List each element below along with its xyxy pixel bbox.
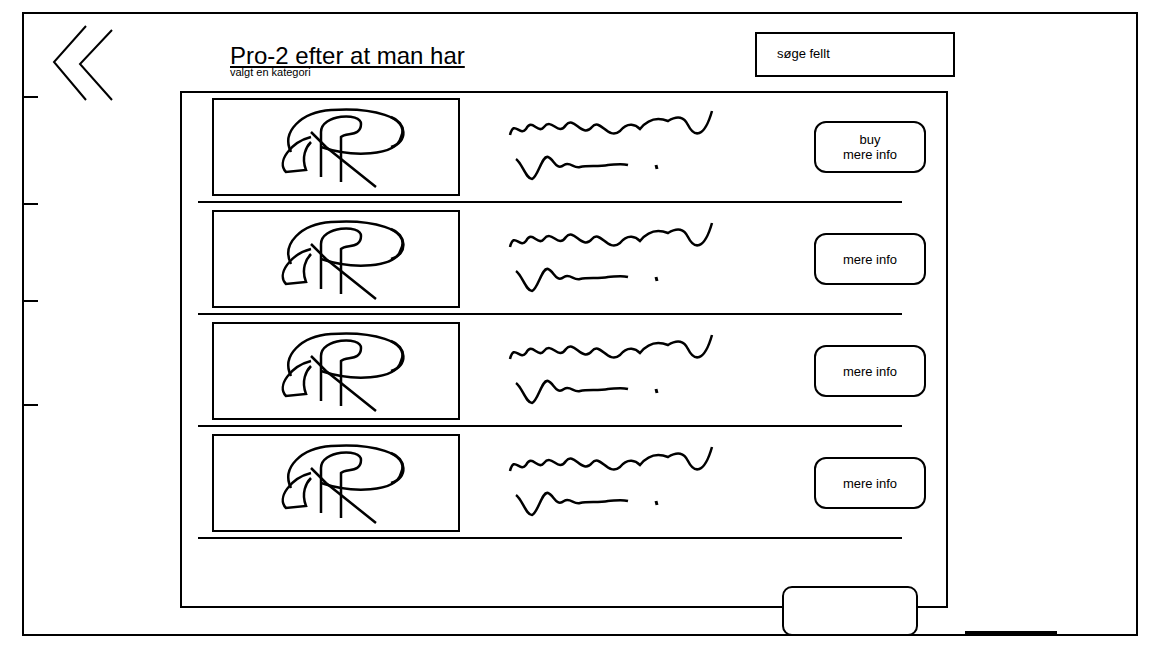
- row-separator: [198, 313, 902, 315]
- bottom-mark: [965, 631, 1057, 634]
- more-info-button[interactable]: mere info: [814, 233, 926, 285]
- product-image: [212, 322, 460, 420]
- product-row: buymere info: [182, 97, 946, 209]
- description-scribble-icon: [508, 331, 718, 411]
- product-sketch-icon: [251, 102, 421, 192]
- more-info-button[interactable]: mere info: [814, 345, 926, 397]
- product-sketch-icon: [251, 326, 421, 416]
- header: Pro-2 efter at man harvalgt en kategori s…: [24, 14, 1136, 91]
- description-scribble-icon: [508, 219, 718, 299]
- button-label: mere info: [843, 147, 897, 162]
- product-image: [212, 98, 460, 196]
- description-scribble-icon: [508, 107, 718, 187]
- button-label: mere info: [843, 252, 897, 267]
- button-label: mere info: [843, 364, 897, 379]
- edge-tick: [24, 96, 38, 98]
- product-sketch-icon: [251, 214, 421, 304]
- product-row: mere info: [182, 321, 946, 433]
- button-label: buy: [860, 132, 881, 147]
- button-label: mere info: [843, 476, 897, 491]
- edge-tick: [24, 203, 38, 205]
- description-scribble-icon: [508, 443, 718, 523]
- page-subtitle: valgt en kategori: [230, 66, 465, 78]
- product-image: [212, 210, 460, 308]
- footer-button[interactable]: [782, 586, 918, 636]
- search-field[interactable]: søge fellt: [755, 32, 955, 77]
- back-chevron-icon[interactable]: [50, 20, 114, 104]
- product-row: mere info: [182, 209, 946, 321]
- row-separator: [198, 201, 902, 203]
- more-info-button[interactable]: mere info: [814, 457, 926, 509]
- more-info-button[interactable]: buymere info: [814, 121, 926, 173]
- product-row: mere info: [182, 433, 946, 545]
- title-block: Pro-2 efter at man harvalgt en kategori: [230, 42, 465, 78]
- product-image: [212, 434, 460, 532]
- edge-tick: [24, 300, 38, 302]
- product-list-panel: buymere infomere infomere infomere info: [180, 91, 948, 608]
- page-title: Pro-2 efter at man har: [230, 42, 465, 70]
- wireframe-frame: Pro-2 efter at man harvalgt en kategori s…: [22, 12, 1138, 636]
- edge-tick: [24, 404, 38, 406]
- product-sketch-icon: [251, 438, 421, 528]
- row-separator: [198, 537, 902, 539]
- page: Pro-2 efter at man harvalgt en kategori s…: [0, 0, 1152, 648]
- row-separator: [198, 425, 902, 427]
